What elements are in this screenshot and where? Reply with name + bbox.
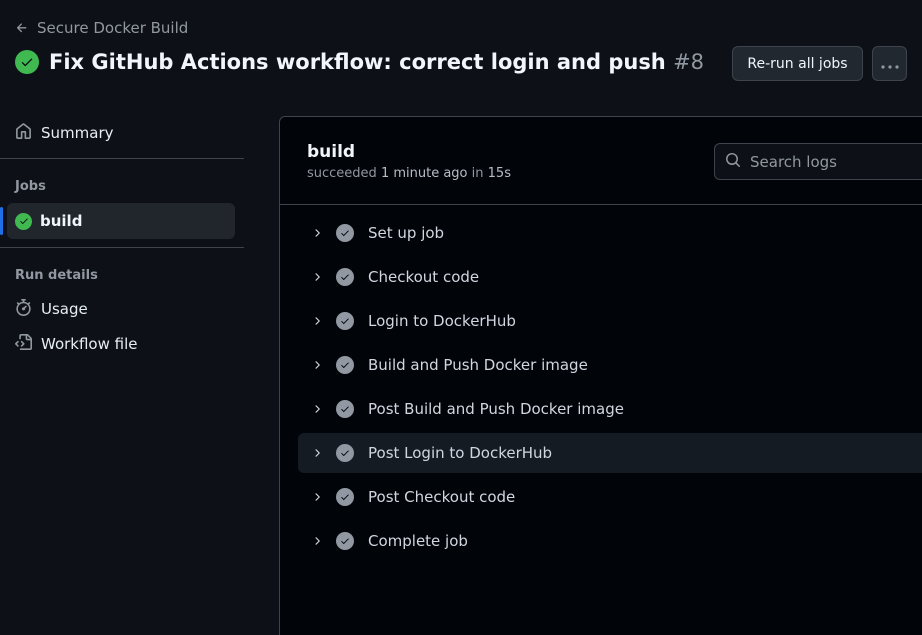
- step-label: Post Checkout code: [368, 488, 516, 506]
- file-code-icon: [15, 333, 32, 355]
- chevron-right-icon: [298, 315, 336, 327]
- home-icon: [15, 122, 32, 144]
- jobs-heading: Jobs: [15, 179, 46, 194]
- job-title: build: [307, 142, 356, 162]
- job-steps-list: Set up job Checkout code Login to DockerHu…: [298, 213, 922, 565]
- chevron-right-icon: [298, 447, 336, 459]
- run-details-heading: Run details: [15, 268, 98, 283]
- search-icon: [725, 152, 741, 172]
- sidebar-item-workflow-file[interactable]: Workflow file: [0, 327, 244, 361]
- step-row[interactable]: Post Build and Push Docker image: [298, 389, 922, 429]
- step-label: Build and Push Docker image: [368, 356, 588, 374]
- step-row[interactable]: Checkout code: [298, 257, 922, 297]
- sidebar-item-label: Summary: [41, 124, 114, 142]
- chevron-right-icon: [298, 227, 336, 239]
- run-sidebar: Summary Jobs build Run details Usage Wor…: [0, 116, 244, 361]
- step-label: Post Login to DockerHub: [368, 444, 553, 462]
- stopwatch-icon: [15, 298, 32, 320]
- chevron-right-icon: [298, 403, 336, 415]
- back-link-label: Secure Docker Build: [37, 19, 189, 37]
- chevron-right-icon: [298, 271, 336, 283]
- sidebar-item-build-job[interactable]: build: [0, 203, 235, 239]
- step-row[interactable]: Login to DockerHub: [298, 301, 922, 341]
- step-row[interactable]: Post Login to DockerHub: [298, 433, 922, 473]
- run-number: #8: [673, 50, 705, 74]
- step-success-check-icon: [336, 488, 354, 506]
- step-success-check-icon: [336, 532, 354, 550]
- job-time-ago: 1 minute ago: [380, 166, 468, 181]
- job-header: build succeeded 1 minute ago in 15s: [280, 117, 922, 205]
- step-row[interactable]: Complete job: [298, 521, 922, 561]
- search-logs-input[interactable]: [750, 152, 922, 171]
- step-row[interactable]: Build and Push Docker image: [298, 345, 922, 385]
- job-status-line: succeeded 1 minute ago in 15s: [307, 166, 511, 181]
- arrow-left-icon: [15, 21, 29, 35]
- page-title: Fix GitHub Actions workflow: correct log…: [49, 50, 704, 74]
- job-duration: 15s: [487, 166, 511, 181]
- job-in-word: in: [471, 166, 484, 181]
- step-row[interactable]: Set up job: [298, 213, 922, 253]
- step-success-check-icon: [336, 444, 354, 462]
- sidebar-item-label: Workflow file: [41, 335, 138, 353]
- step-success-check-icon: [336, 268, 354, 286]
- back-link[interactable]: Secure Docker Build: [15, 19, 188, 37]
- chevron-right-icon: [298, 491, 336, 503]
- step-success-check-icon: [336, 356, 354, 374]
- job-log-panel: build succeeded 1 minute ago in 15s Set …: [279, 116, 922, 635]
- sidebar-item-label: Usage: [41, 300, 88, 318]
- step-row[interactable]: Post Checkout code: [298, 477, 922, 517]
- step-success-check-icon: [336, 400, 354, 418]
- search-logs-box: [714, 143, 922, 180]
- step-success-check-icon: [336, 224, 354, 242]
- step-label: Login to DockerHub: [368, 312, 516, 330]
- success-check-icon: [15, 212, 32, 230]
- run-title-row: Fix GitHub Actions workflow: correct log…: [15, 50, 704, 74]
- workflow-run-page: Secure Docker Build Fix GitHub Actions w…: [0, 0, 922, 635]
- step-label: Checkout code: [368, 268, 480, 286]
- sidebar-divider: [0, 247, 244, 248]
- step-label: Set up job: [368, 224, 445, 242]
- step-success-check-icon: [336, 312, 354, 330]
- chevron-right-icon: [298, 535, 336, 547]
- step-label: Complete job: [368, 532, 468, 550]
- sidebar-item-label: build: [40, 212, 83, 230]
- more-options-button[interactable]: [872, 46, 907, 81]
- sidebar-divider: [0, 158, 244, 159]
- kebab-horizontal-icon: [880, 54, 899, 73]
- rerun-all-jobs-button[interactable]: Re-run all jobs: [732, 46, 863, 81]
- sidebar-item-usage[interactable]: Usage: [0, 292, 244, 326]
- sidebar-item-summary[interactable]: Summary: [0, 116, 244, 150]
- job-status: succeeded: [307, 166, 377, 181]
- success-check-icon: [15, 50, 39, 74]
- step-label: Post Build and Push Docker image: [368, 400, 624, 418]
- run-title: Fix GitHub Actions workflow: correct log…: [49, 50, 666, 74]
- chevron-right-icon: [298, 359, 336, 371]
